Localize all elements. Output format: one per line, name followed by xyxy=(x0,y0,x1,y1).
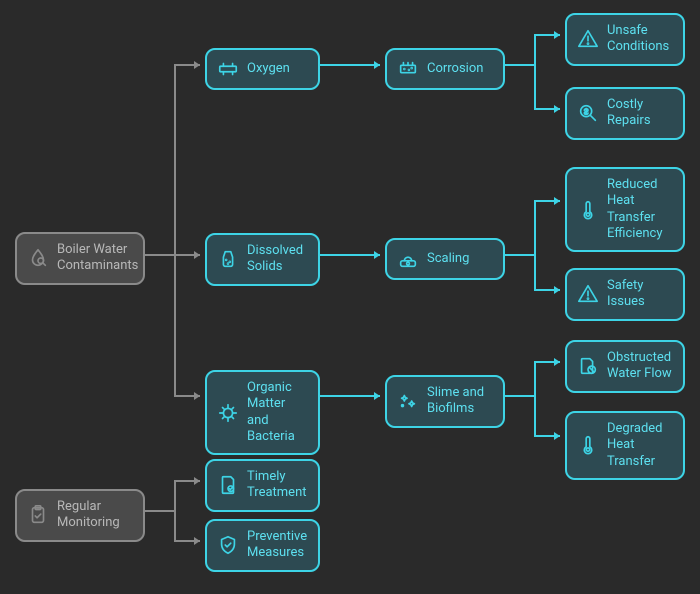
dollar-search-icon xyxy=(577,102,599,124)
node-reduced-heat-transfer[interactable]: Reduced Heat Transfer Efficiency xyxy=(565,167,685,252)
node-label: Unsafe Conditions xyxy=(607,23,673,56)
bacteria-icon xyxy=(217,402,239,424)
node-degraded-heat-transfer[interactable]: Degraded Heat Transfer xyxy=(565,411,685,480)
node-slime-biofilms[interactable]: Slime and Biofilms xyxy=(385,375,505,428)
node-dissolved-solids[interactable]: Dissolved Solids xyxy=(205,233,320,286)
warning-triangle-icon xyxy=(577,28,599,50)
sparkles-icon xyxy=(397,390,419,412)
node-scaling[interactable]: Scaling xyxy=(385,238,505,280)
alert-triangle-icon xyxy=(577,283,599,305)
node-label: Reduced Heat Transfer Efficiency xyxy=(607,177,673,242)
scale-icon xyxy=(397,248,419,270)
thermometer-icon xyxy=(577,199,599,221)
clipboard-check-icon xyxy=(27,504,49,526)
node-timely-treatment[interactable]: Timely Treatment xyxy=(205,459,320,512)
node-costly-repairs[interactable]: Costly Repairs xyxy=(565,87,685,140)
node-obstructed-water-flow[interactable]: Obstructed Water Flow xyxy=(565,340,685,393)
node-label: Safety Issues xyxy=(607,278,673,311)
droplet-search-icon xyxy=(27,247,49,269)
node-corrosion[interactable]: Corrosion xyxy=(385,48,505,90)
salt-shaker-icon xyxy=(217,248,239,270)
node-label: Corrosion xyxy=(427,61,493,77)
node-boiler-water-contaminants[interactable]: Boiler Water Contaminants xyxy=(15,232,145,285)
node-label: Regular Monitoring xyxy=(57,499,133,532)
node-label: Preventive Measures xyxy=(247,529,308,562)
node-preventive-measures[interactable]: Preventive Measures xyxy=(205,519,320,572)
node-label: Timely Treatment xyxy=(247,469,308,502)
rust-icon xyxy=(397,58,419,80)
node-safety-issues[interactable]: Safety Issues xyxy=(565,268,685,321)
node-label: Obstructed Water Flow xyxy=(607,350,673,383)
flow-blocked-icon xyxy=(577,355,599,377)
node-label: Dissolved Solids xyxy=(247,243,308,276)
thermometer-down-icon xyxy=(577,434,599,456)
node-unsafe-conditions[interactable]: Unsafe Conditions xyxy=(565,13,685,66)
pipe-icon xyxy=(217,58,239,80)
node-label: Oxygen xyxy=(247,61,308,77)
shield-check-icon xyxy=(217,534,239,556)
node-label: Organic Matter and Bacteria xyxy=(247,380,308,445)
document-check-icon xyxy=(217,474,239,496)
node-label: Slime and Biofilms xyxy=(427,385,493,418)
node-organic-matter[interactable]: Organic Matter and Bacteria xyxy=(205,370,320,455)
node-label: Costly Repairs xyxy=(607,97,673,130)
node-label: Boiler Water Contaminants xyxy=(57,242,138,275)
node-label: Scaling xyxy=(427,251,493,267)
node-oxygen[interactable]: Oxygen xyxy=(205,48,320,90)
node-label: Degraded Heat Transfer xyxy=(607,421,673,470)
node-regular-monitoring[interactable]: Regular Monitoring xyxy=(15,489,145,542)
